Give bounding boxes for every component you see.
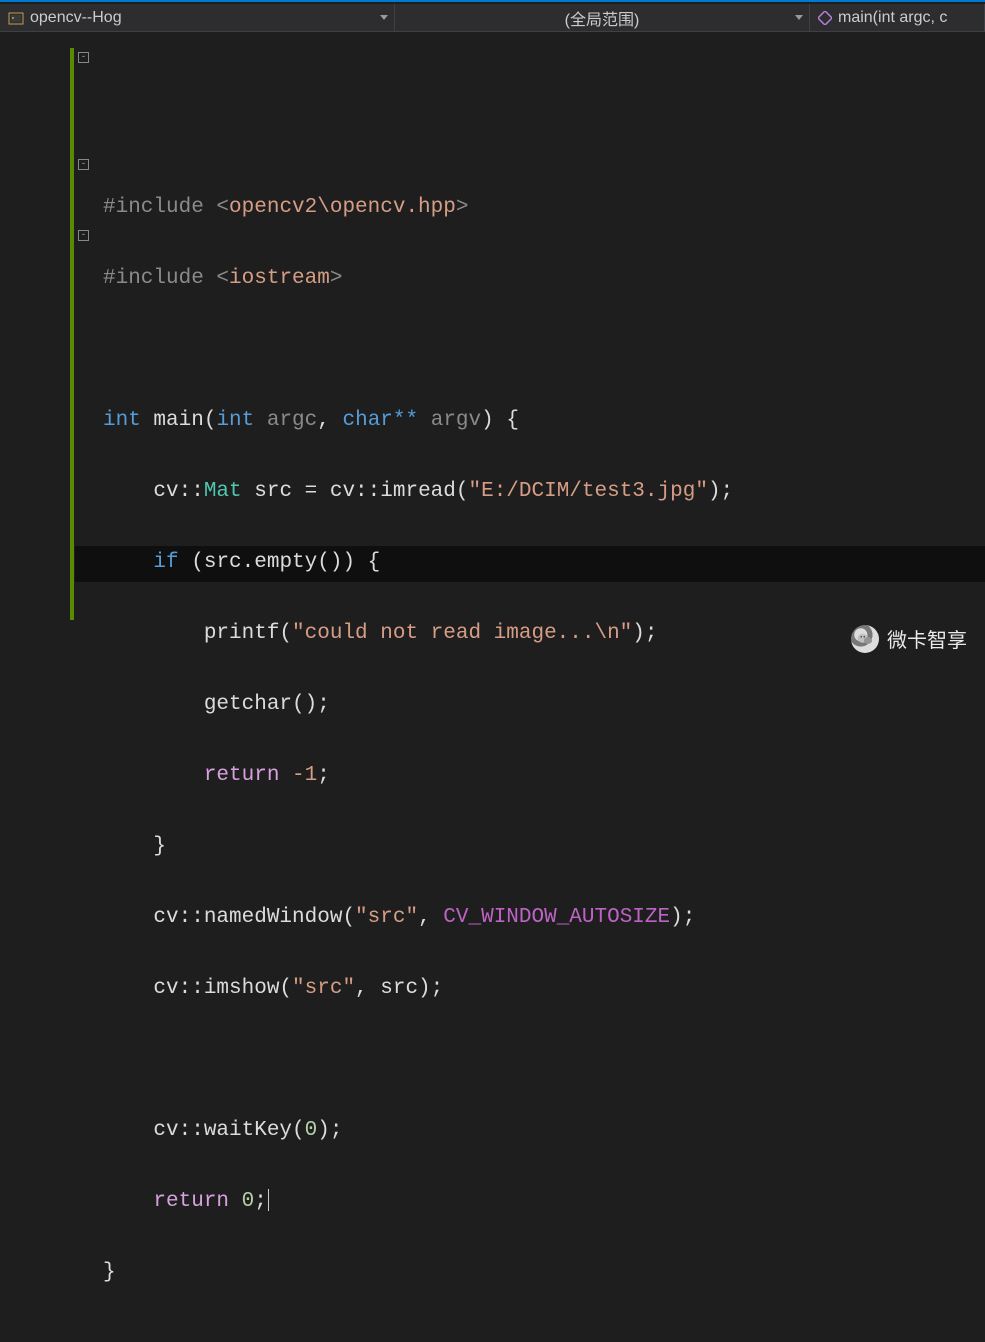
code-editor[interactable]: - - - #include <opencv2\opencv.hpp> #inc… [0, 32, 985, 671]
project-icon [8, 10, 24, 26]
chevron-down-icon [795, 15, 803, 20]
function-dropdown[interactable]: main(int argc, c [810, 4, 985, 31]
text-cursor [268, 1189, 269, 1211]
code-line: cv::imshow("src", src); [103, 971, 985, 1007]
code-line: cv::namedWindow("src", CV_WINDOW_AUTOSIZ… [103, 900, 985, 936]
wechat-icon [851, 625, 879, 653]
change-indicator [70, 48, 74, 620]
watermark: 微卡智享 [851, 624, 967, 653]
code-line: return -1; [103, 758, 985, 794]
code-line: int main(int argc, char** argv) { [103, 403, 985, 439]
code-line [103, 1042, 985, 1078]
watermark-text: 微卡智享 [887, 624, 967, 653]
project-dropdown[interactable]: opencv--Hog [0, 4, 395, 31]
editor-gutter: - - - [0, 32, 75, 671]
code-line: if (src.empty()) { [103, 545, 985, 581]
code-content-area[interactable]: #include <opencv2\opencv.hpp> #include <… [75, 32, 985, 671]
scope-label: (全局范围) [565, 6, 640, 30]
code-line [103, 332, 985, 368]
code-line: } [103, 829, 985, 865]
project-name: opencv--Hog [30, 9, 122, 27]
code-line: #include <iostream> [103, 261, 985, 297]
code-line: } [103, 1255, 985, 1291]
code-line: cv::waitKey(0); [103, 1113, 985, 1149]
function-name: main(int argc, c [838, 9, 947, 27]
code-line: cv::Mat src = cv::imread("E:/DCIM/test3.… [103, 474, 985, 510]
code-line: return 0; [103, 1184, 985, 1220]
navigation-bar: opencv--Hog (全局范围) main(int argc, c [0, 4, 985, 32]
chevron-down-icon [380, 15, 388, 20]
function-icon [818, 11, 832, 25]
scope-dropdown[interactable]: (全局范围) [395, 4, 810, 31]
code-line: getchar(); [103, 687, 985, 723]
code-line: #include <opencv2\opencv.hpp> [103, 190, 985, 226]
